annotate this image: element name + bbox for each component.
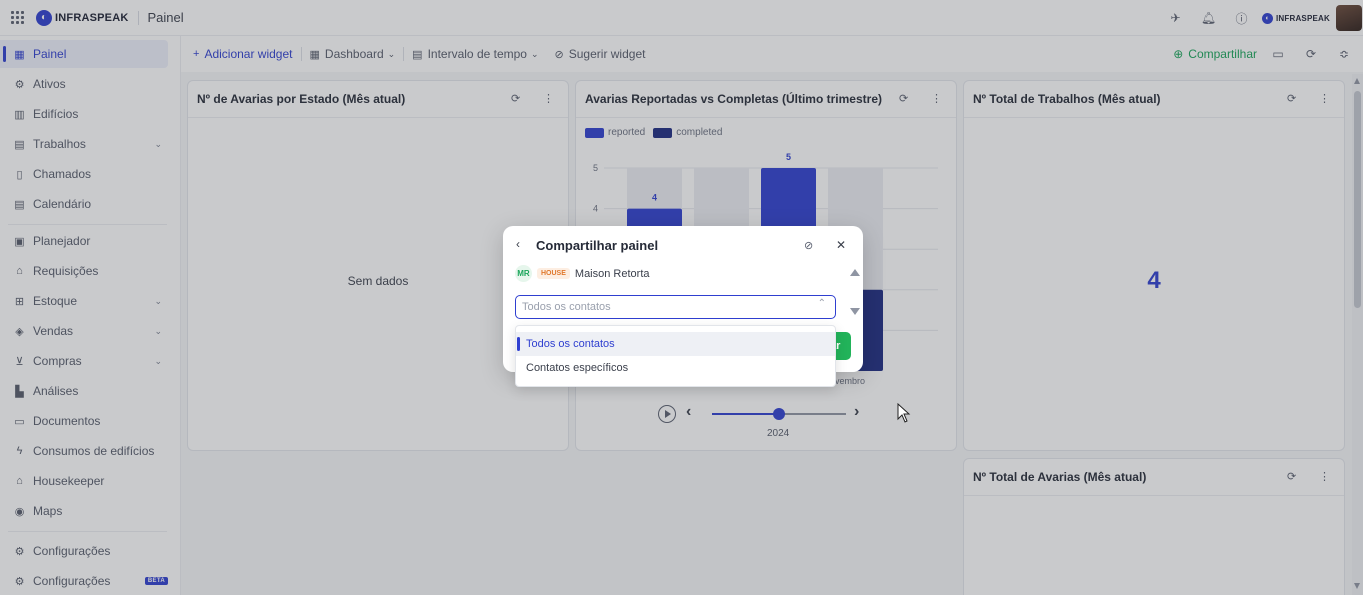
building-row: MR HOUSE Maison Retorta <box>515 265 650 282</box>
scroll-up-arrow-icon[interactable] <box>850 269 860 276</box>
option-label: Todos os contatos <box>526 338 615 350</box>
scroll-down-arrow-icon[interactable] <box>850 308 860 315</box>
building-type-badge: HOUSE <box>537 268 570 279</box>
modal-title: Compartilhar painel <box>536 238 659 253</box>
option-label: Contatos específicos <box>526 362 629 374</box>
contacts-dropdown-menu: Todos os contatos Contatos específicos <box>515 325 836 387</box>
mouse-cursor-icon <box>897 403 911 423</box>
option-contatos-especificos[interactable]: Contatos específicos <box>516 356 835 380</box>
back-arrow-icon[interactable]: ‹ <box>516 237 520 251</box>
building-initials: MR <box>515 265 532 282</box>
close-icon[interactable]: ✕ <box>836 238 846 252</box>
contacts-select[interactable]: Todos os contatos ⌃ <box>515 295 836 319</box>
option-todos-os-contatos[interactable]: Todos os contatos <box>516 332 835 356</box>
building-name: Maison Retorta <box>574 267 650 280</box>
link-icon[interactable]: ⊘ <box>804 239 813 252</box>
contacts-select-placeholder: Todos os contatos <box>522 301 611 313</box>
chevron-up-icon: ⌃ <box>817 298 826 309</box>
